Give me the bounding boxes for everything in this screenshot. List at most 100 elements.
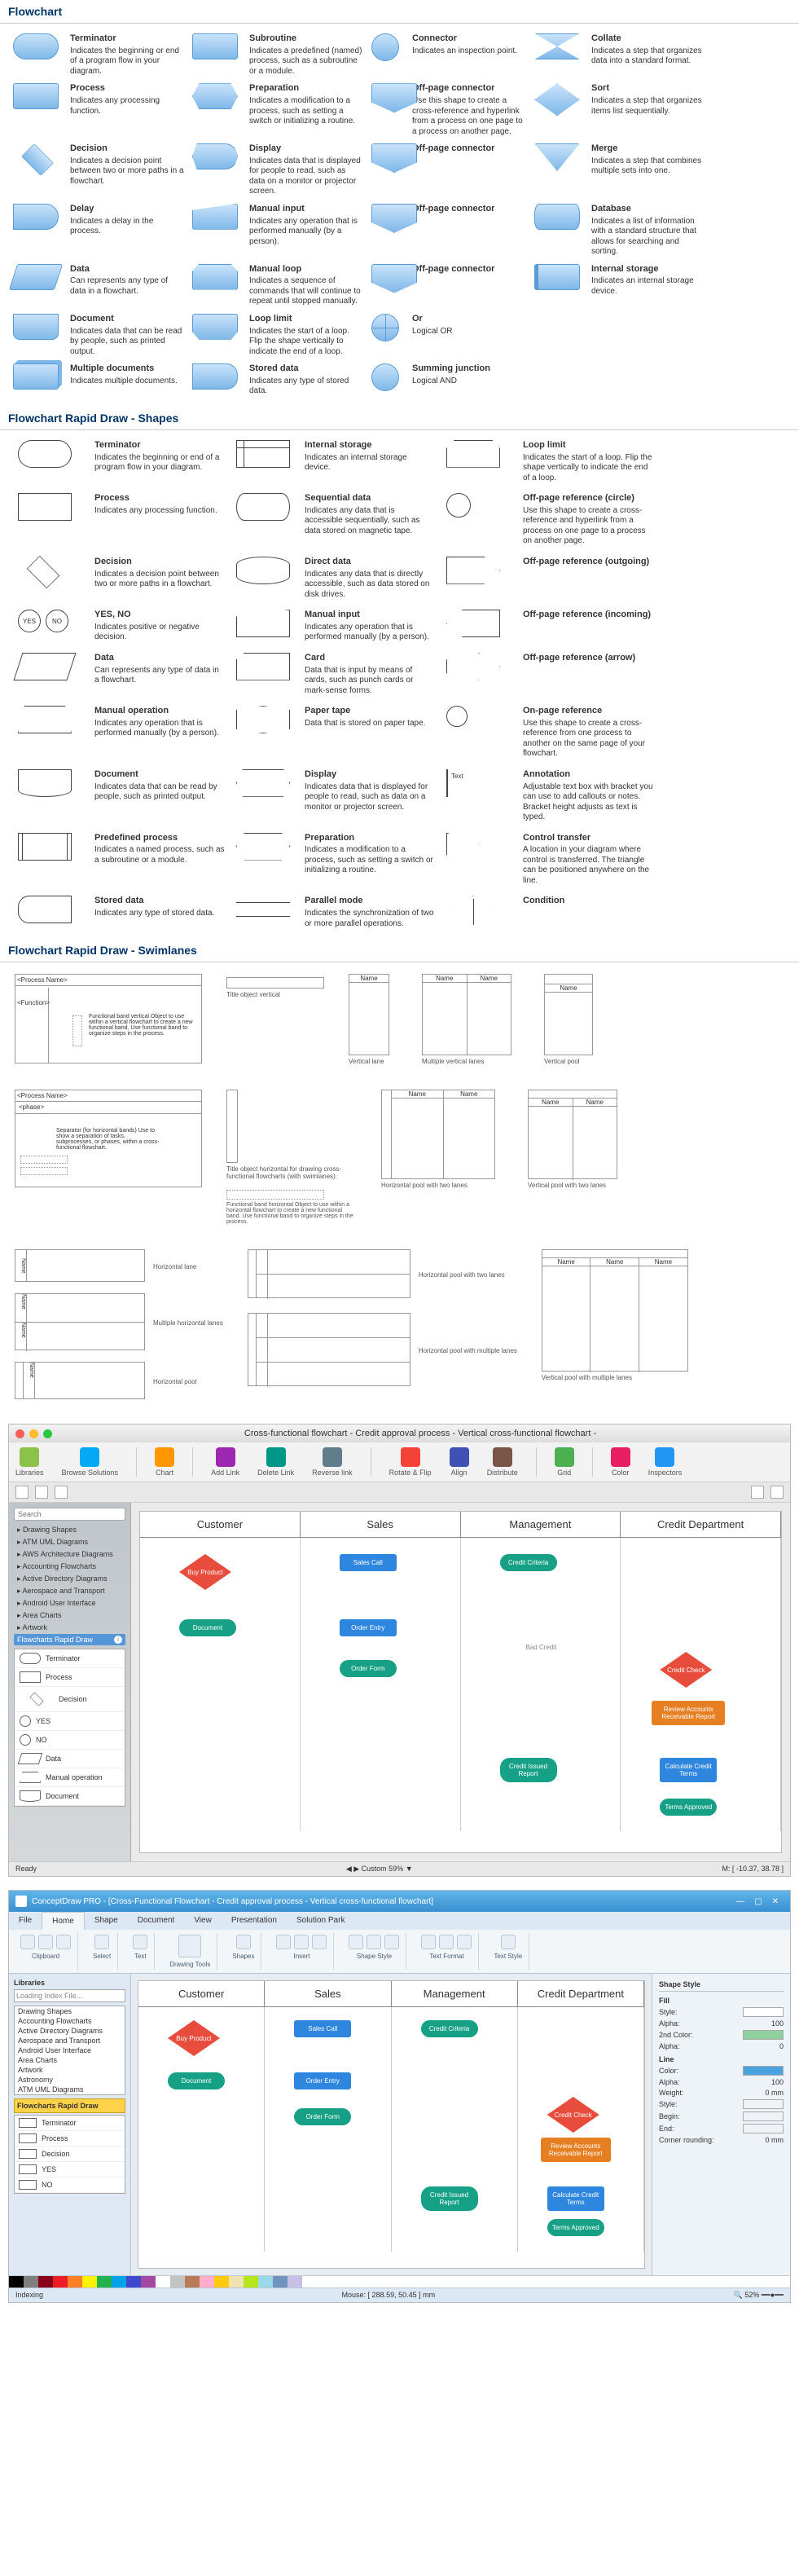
palette-swatch[interactable] [229, 2276, 244, 2288]
stencil-item[interactable]: Manual operation [15, 1768, 125, 1787]
toolbar-rotate-flip[interactable]: Rotate & Flip [389, 1447, 432, 1477]
ribbon-icon[interactable] [457, 1935, 472, 1949]
node-criteria[interactable]: Credit Criteria [421, 2020, 478, 2037]
lib-item[interactable]: ▸ AWS Architecture Diagrams [14, 1548, 125, 1561]
toolbar-color[interactable]: Color [611, 1447, 630, 1477]
ribbon-icon[interactable] [276, 1935, 291, 1949]
lib-item[interactable]: ▸ Drawing Shapes [14, 1524, 125, 1536]
ribbon-icon[interactable] [294, 1935, 309, 1949]
toolbar-chart[interactable]: Chart [155, 1447, 174, 1477]
palette-swatch[interactable] [112, 2276, 126, 2288]
info-icon[interactable]: i [114, 1636, 122, 1644]
minimize-icon[interactable] [29, 1429, 38, 1438]
node-issued[interactable]: Credit Issued Report [421, 2186, 478, 2211]
toolbar-delete-link[interactable]: Delete Link [257, 1447, 294, 1477]
lib-selected[interactable]: Flowcharts Rapid Draw i [14, 1634, 125, 1645]
lib-item[interactable]: ▸ Accounting Flowcharts [14, 1561, 125, 1573]
lib-item[interactable]: Accounting Flowcharts [15, 2016, 125, 2026]
toolbar-reverse-link[interactable]: Reverse link [312, 1447, 353, 1477]
search-input[interactable] [14, 1508, 125, 1521]
palette-swatch[interactable] [53, 2276, 68, 2288]
node-approved[interactable]: Terms Approved [660, 1799, 717, 1816]
node-calc[interactable]: Calculate Credit Terms [660, 1758, 717, 1782]
stencil-item[interactable]: Process [15, 1668, 125, 1687]
lib-item[interactable]: Aerospace and Transport [15, 2036, 125, 2045]
close-icon[interactable]: ✕ [767, 1897, 784, 1906]
minimize-icon[interactable]: — [731, 1897, 749, 1906]
lib-item[interactable]: ATM UML Diagrams [15, 2085, 125, 2094]
line-style[interactable] [743, 2099, 784, 2109]
ribbon-tab-file[interactable]: File [9, 1912, 42, 1930]
lib-item[interactable]: ▸ Aerospace and Transport [14, 1585, 125, 1597]
stencil-item[interactable]: Data [15, 1750, 125, 1768]
line-color[interactable] [743, 2066, 784, 2076]
node-document[interactable]: Document [179, 1619, 236, 1636]
line-end[interactable] [743, 2124, 784, 2133]
ribbon-tab-shape[interactable]: Shape [85, 1912, 128, 1930]
lib-item[interactable]: Audio and Video Connectors [15, 2094, 125, 2095]
ribbon-tab-document[interactable]: Document [128, 1912, 185, 1930]
close-icon[interactable] [15, 1429, 24, 1438]
node-salescall[interactable]: Sales Call [294, 2020, 351, 2037]
ribbon-icon[interactable] [133, 1935, 147, 1949]
toolbar-align[interactable]: Align [450, 1447, 469, 1477]
stencil-item[interactable]: YES [15, 2162, 125, 2177]
stencil-item[interactable]: Terminator [15, 1649, 125, 1668]
node-buy[interactable]: Buy Product [168, 2020, 220, 2056]
ribbon-icon[interactable] [384, 1935, 399, 1949]
stencil-item[interactable]: NO [15, 2177, 125, 2193]
lib-selected[interactable]: Flowcharts Rapid Draw [14, 2098, 125, 2113]
palette-swatch[interactable] [214, 2276, 229, 2288]
palette-swatch[interactable] [258, 2276, 273, 2288]
line-alpha[interactable]: 100 [771, 2078, 784, 2086]
toolbar-libraries[interactable]: Libraries [15, 1447, 44, 1477]
node-criteria[interactable]: Credit Criteria [500, 1554, 557, 1571]
palette-swatch[interactable] [185, 2276, 200, 2288]
alpha2-value[interactable]: 0 [779, 2042, 784, 2050]
palette-swatch[interactable] [273, 2276, 288, 2288]
line-begin[interactable] [743, 2111, 784, 2121]
node-document[interactable]: Document [168, 2072, 225, 2089]
stencil-item[interactable]: Decision [15, 1687, 125, 1712]
ribbon-icon[interactable] [94, 1935, 109, 1949]
lib-item[interactable]: ▸ Area Charts [14, 1609, 125, 1622]
ribbon-icon[interactable] [312, 1935, 327, 1949]
weight[interactable]: 0 mm [766, 2089, 784, 2097]
palette-swatch[interactable] [170, 2276, 185, 2288]
stencil-item[interactable]: Terminator [15, 2116, 125, 2131]
stencil-item[interactable]: Process [15, 2131, 125, 2147]
toolbar-browse-solutions[interactable]: Browse Solutions [62, 1447, 119, 1477]
palette-swatch[interactable] [156, 2276, 170, 2288]
node-approved[interactable]: Terms Approved [547, 2219, 604, 2236]
corner-val[interactable]: 0 mm [766, 2136, 784, 2144]
tool-icon[interactable] [15, 1486, 29, 1499]
stencil-item[interactable]: YES [15, 1712, 125, 1731]
palette-swatch[interactable] [38, 2276, 53, 2288]
ribbon-icon[interactable] [20, 1935, 35, 1949]
palette-swatch[interactable] [68, 2276, 82, 2288]
fill-style-drop[interactable] [743, 2007, 784, 2017]
ribbon-tab-presentation[interactable]: Presentation [222, 1912, 287, 1930]
zoom-control[interactable]: ◀ ▶ Custom 59% ▼ [346, 1865, 413, 1874]
node-salescall[interactable]: Sales Call [340, 1554, 397, 1571]
toolbar-grid[interactable]: Grid [555, 1447, 574, 1477]
ribbon-icon[interactable] [421, 1935, 436, 1949]
ribbon-icon[interactable] [501, 1935, 516, 1949]
ribbon-icon[interactable] [236, 1935, 251, 1949]
node-buy[interactable]: Buy Product [179, 1554, 231, 1590]
ribbon-icon[interactable] [349, 1935, 363, 1949]
stencil-item[interactable]: NO [15, 1731, 125, 1750]
status-zoom[interactable]: 🔍 52% ━━●━━ [734, 2291, 784, 2300]
palette-swatch[interactable] [244, 2276, 258, 2288]
ribbon-icon[interactable] [367, 1935, 381, 1949]
lib-item[interactable]: Area Charts [15, 2055, 125, 2065]
node-orderform[interactable]: Order Form [294, 2108, 351, 2125]
lib-item[interactable]: ▸ Android User Interface [14, 1597, 125, 1609]
ribbon-tab-view[interactable]: View [184, 1912, 222, 1930]
ribbon-icon[interactable] [56, 1935, 71, 1949]
lib-item[interactable]: Active Directory Diagrams [15, 2026, 125, 2036]
lib-item[interactable]: Android User Interface [15, 2045, 125, 2055]
magnify-icon[interactable] [770, 1486, 784, 1499]
alpha-value[interactable]: 100 [771, 2019, 784, 2028]
node-review[interactable]: Review Accounts Receivable Report [541, 2138, 611, 2162]
